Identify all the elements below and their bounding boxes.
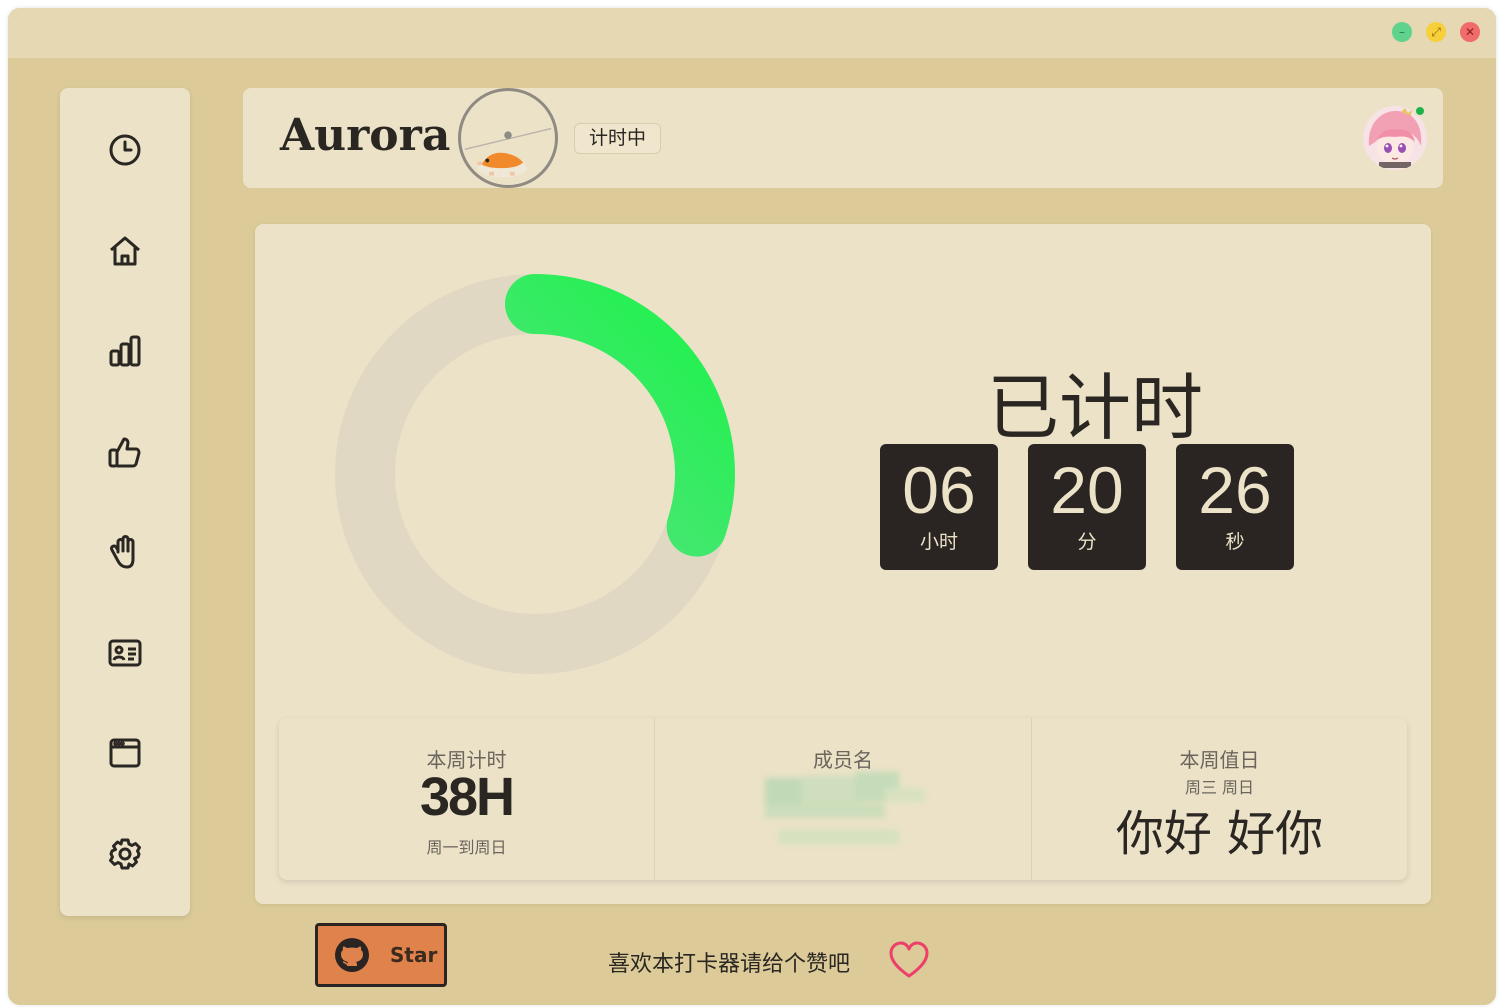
sidebar [60, 88, 190, 916]
github-icon [335, 938, 369, 972]
app-window: – ⤢ ✕ Aurora 计时中 已计时 06 小时 20 分 26 秒 本周计… [8, 8, 1496, 1005]
timer-title: 已计时 [986, 366, 1203, 450]
browser-window-icon [109, 738, 141, 768]
gear-icon [109, 838, 141, 870]
hamster-wheel-icon [458, 88, 558, 188]
duty-names: 你好 好你 [1115, 806, 1324, 862]
minimize-button[interactable]: – [1392, 22, 1412, 42]
blurred-member-names [765, 772, 925, 844]
close-button[interactable]: ✕ [1460, 22, 1480, 42]
sidebar-item-home[interactable] [100, 226, 150, 276]
title-bar: – ⤢ ✕ [8, 8, 1496, 58]
sidebar-item-like[interactable] [100, 427, 150, 477]
sidebar-item-leave[interactable] [100, 527, 150, 577]
seconds-box: 26 秒 [1176, 444, 1294, 570]
minutes-value: 20 [1050, 453, 1124, 527]
progress-ring [335, 274, 735, 674]
sidebar-item-window[interactable] [100, 728, 150, 778]
id-card-icon [108, 639, 142, 667]
clock-icon [109, 134, 141, 166]
week-hours-value: 38H [419, 767, 515, 827]
thumbs-up-icon [108, 437, 141, 468]
heart-icon[interactable] [888, 940, 930, 980]
brand-title: Aurora [280, 110, 451, 161]
timer-card: 已计时 06 小时 20 分 26 秒 本周计时 38H 周一到周日 成员名 本… [255, 224, 1431, 904]
bar-chart-icon [109, 335, 141, 367]
week-hours-stat: 本周计时 38H 周一到周日 [279, 718, 655, 880]
sidebar-item-timer[interactable] [100, 125, 150, 175]
online-status-dot [1414, 105, 1426, 117]
seconds-unit: 秒 [1225, 531, 1245, 553]
like-prompt: 喜欢本打卡器请给个赞吧 [608, 952, 851, 977]
week-range: 周一到周日 [426, 838, 507, 857]
seconds-value: 26 [1198, 453, 1272, 527]
sidebar-item-stats[interactable] [100, 326, 150, 376]
duty-stat: 本周值日 周三 周日 你好 好你 [1032, 718, 1407, 880]
github-star-button[interactable]: Star [315, 923, 447, 987]
maximize-button[interactable]: ⤢ [1426, 22, 1446, 42]
sidebar-item-settings[interactable] [100, 829, 150, 879]
members-stat: 成员名 [655, 718, 1032, 880]
sidebar-item-members[interactable] [100, 628, 150, 678]
star-label: Star [390, 943, 438, 967]
status-badge: 计时中 [574, 123, 662, 154]
home-icon [110, 236, 140, 266]
hours-unit: 小时 [919, 531, 958, 553]
hand-icon [110, 535, 135, 569]
stats-panel: 本周计时 38H 周一到周日 成员名 本周值日 周三 周日 你好 好你 [279, 718, 1407, 880]
minutes-box: 20 分 [1028, 444, 1146, 570]
header-bar: Aurora 计时中 [243, 88, 1443, 188]
hours-box: 06 小时 [880, 444, 998, 570]
hours-value: 06 [902, 453, 976, 527]
duty-label: 本周值日 [1179, 748, 1260, 772]
minutes-unit: 分 [1077, 531, 1097, 553]
